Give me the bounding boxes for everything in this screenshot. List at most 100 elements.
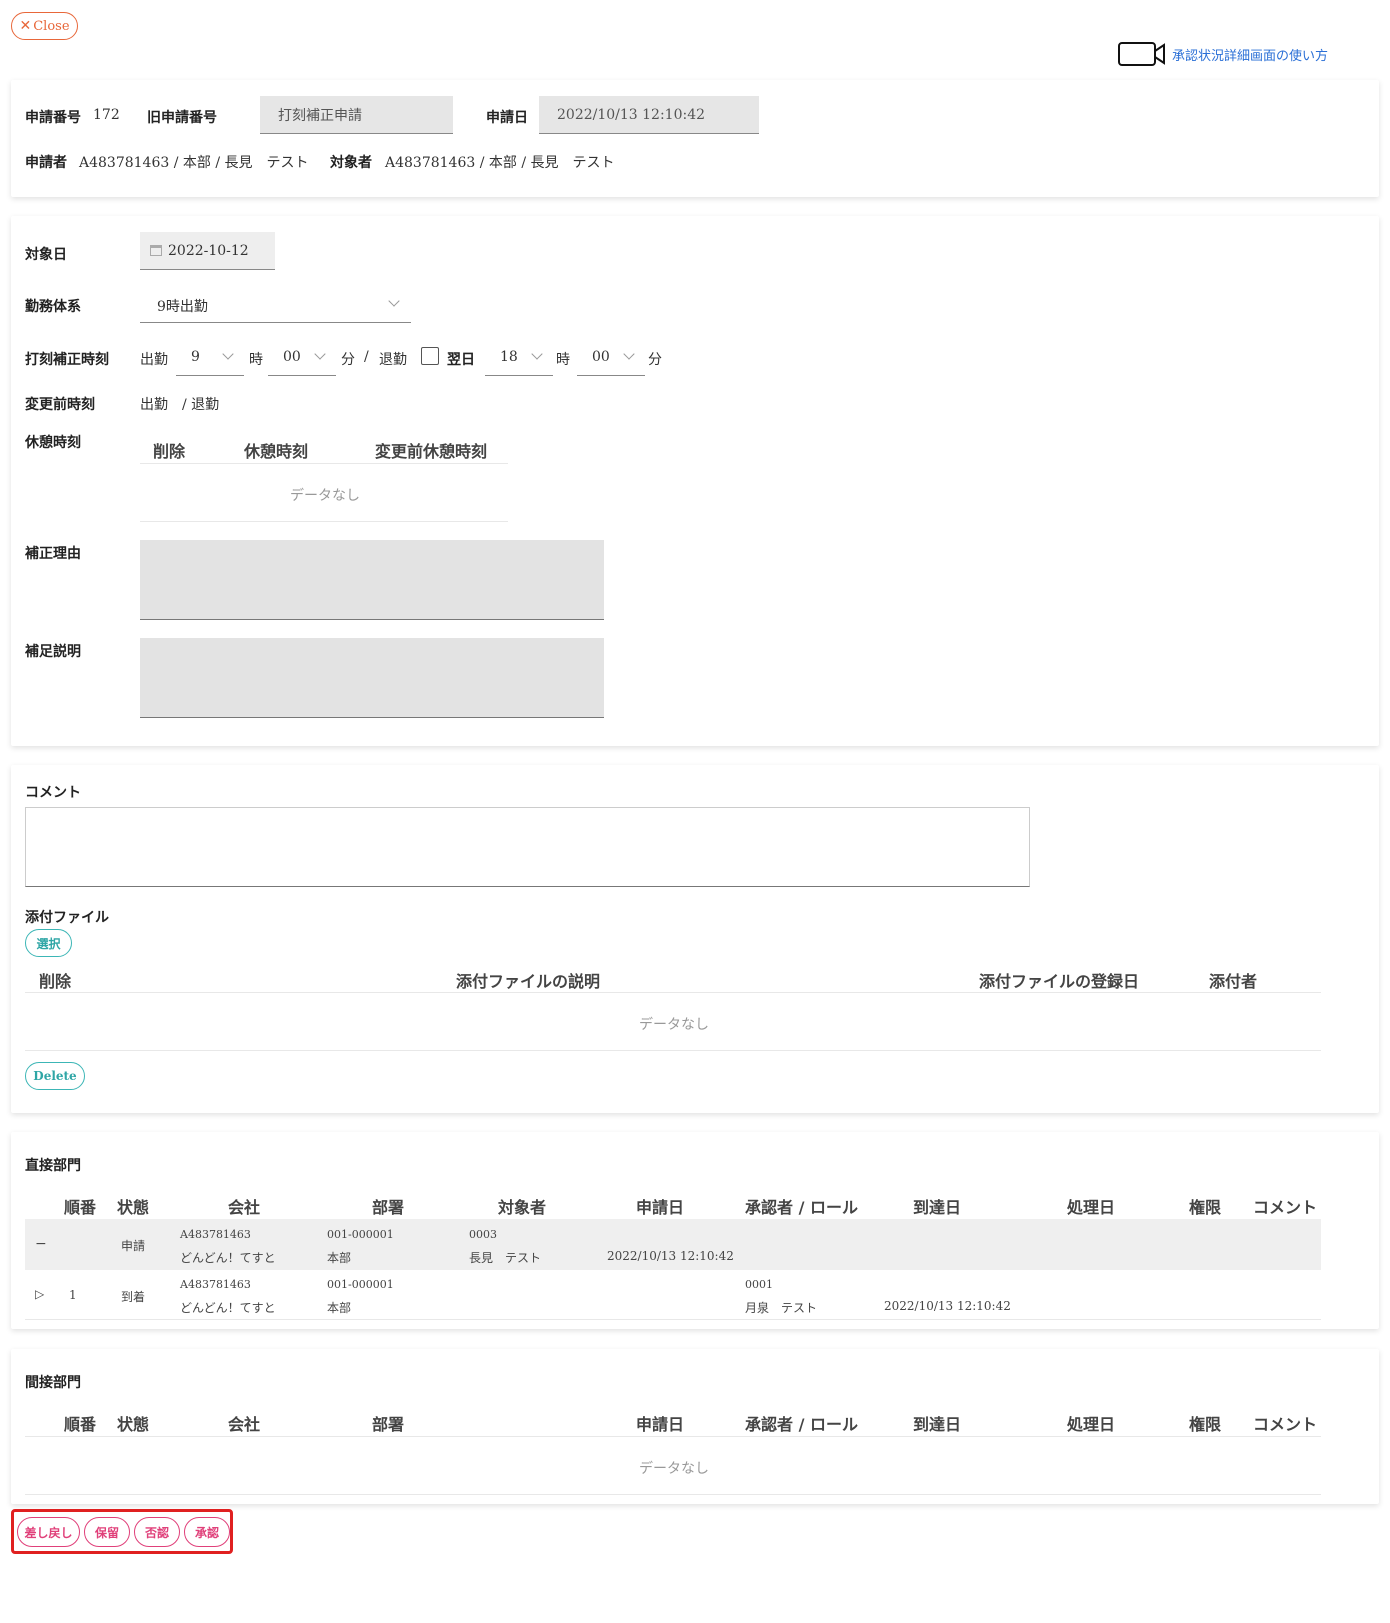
table-row[interactable]: ▷ 1 到着 A483781463 どんどん！てすと 001-000001 本部…	[25, 1270, 1321, 1320]
next-day-label: 翌日	[447, 352, 475, 368]
chevron-down-icon	[531, 348, 543, 360]
target-label: 対象者	[330, 155, 372, 171]
break-header-before: 変更前休憩時刻	[375, 442, 488, 461]
direct-header-order: 順番	[64, 1198, 97, 1217]
indirect-header-approver: 承認者 / ロール	[745, 1415, 858, 1434]
comment-textarea[interactable]	[25, 807, 1030, 887]
out-min-select[interactable]: 00	[577, 338, 645, 376]
row-dept-name: 本部	[327, 1301, 352, 1315]
before-label: 変更前時刻	[25, 397, 95, 413]
out-hour-value: 18	[500, 349, 518, 365]
break-bottom-divider	[140, 521, 508, 522]
attach-no-data: データなし	[639, 1017, 709, 1033]
indirect-header-arrive: 到達日	[913, 1415, 962, 1434]
close-icon: ✕	[19, 18, 32, 34]
hold-button[interactable]: 保留	[84, 1517, 130, 1547]
attach-header-delete: 削除	[39, 972, 72, 991]
indirect-header-dept: 部署	[372, 1415, 405, 1434]
indirect-header-comment: コメント	[1253, 1415, 1318, 1434]
row-company-name: どんどん！てすと	[180, 1301, 276, 1315]
row-target-name: 長見 テスト	[469, 1251, 542, 1265]
before-value: 出勤 / 退勤	[140, 397, 220, 413]
row-expander[interactable]: −	[35, 1236, 47, 1252]
select-file-button[interactable]: 選択	[25, 929, 72, 957]
direct-header-comment: コメント	[1253, 1198, 1318, 1217]
applicant-label: 申請者	[25, 155, 67, 171]
direct-title: 直接部門	[25, 1158, 81, 1174]
app-date-field: 2022/10/13 12:10:42	[539, 96, 759, 134]
row-approver-code: 0001	[745, 1278, 773, 1291]
table-row[interactable]: − 申請 A483781463 どんどん！てすと 001-000001 本部 0…	[25, 1219, 1321, 1270]
row-company-code: A483781463	[180, 1228, 251, 1241]
comment-label: コメント	[25, 785, 81, 801]
break-header-time: 休憩時刻	[244, 442, 309, 461]
attach-header-desc: 添付ファイルの説明	[456, 972, 601, 991]
out-hour-select[interactable]: 18	[485, 338, 553, 376]
direct-header-app-date: 申請日	[636, 1198, 685, 1217]
row-company-name: どんどん！てすと	[180, 1251, 276, 1265]
reason-label: 補正理由	[25, 546, 81, 562]
target-date-field[interactable]: 2022-10-12	[140, 232, 275, 270]
header-card: 申請番号 172 旧申請番号 打刻補正申請 申請日 2022/10/13 12:…	[11, 80, 1379, 197]
row-dept-code: 001-000001	[327, 1228, 394, 1241]
in-min-select[interactable]: 00	[268, 338, 336, 376]
approve-button[interactable]: 承認	[184, 1517, 230, 1547]
in-hour-select[interactable]: 9	[176, 338, 244, 376]
comment-card: コメント 添付ファイル 選択 削除 添付ファイルの説明 添付ファイルの登録日 添…	[11, 765, 1379, 1113]
direct-header-approver: 承認者 / ロール	[745, 1198, 858, 1217]
break-label: 休憩時刻	[25, 435, 81, 451]
app-no-label: 申請番号	[25, 110, 81, 126]
row-app-date: 2022/10/13 12:10:42	[607, 1249, 734, 1263]
note-label: 補足説明	[25, 644, 81, 660]
row-expander[interactable]: ▷	[35, 1287, 44, 1301]
row-approver-name: 月泉 テスト	[745, 1301, 818, 1315]
indirect-header-processed: 処理日	[1067, 1415, 1116, 1434]
row-dept-name: 本部	[327, 1251, 352, 1265]
old-app-no-label: 旧申請番号	[147, 110, 217, 126]
direct-dept-card: 直接部門 順番 状態 会社 部署 対象者 申請日 承認者 / ロール 到達日 処…	[11, 1132, 1379, 1329]
stamp-label: 打刻補正時刻	[25, 352, 109, 368]
row-arrive-date: 2022/10/13 12:10:42	[884, 1299, 1011, 1313]
note-textarea[interactable]	[140, 638, 604, 718]
target-date-value: 2022-10-12	[168, 242, 249, 259]
direct-header-processed: 処理日	[1067, 1198, 1116, 1217]
out-label: 退勤	[379, 352, 407, 368]
indirect-no-data: データなし	[639, 1461, 709, 1477]
help-link-label: 承認状況詳細画面の使い方	[1172, 48, 1329, 64]
help-link[interactable]: 承認状況詳細画面の使い方	[1118, 41, 1328, 67]
indirect-title: 間接部門	[25, 1375, 81, 1391]
in-hour-unit: 時	[249, 352, 263, 368]
indirect-header-status: 状態	[117, 1415, 150, 1434]
direct-header-company: 会社	[228, 1198, 261, 1217]
next-day-checkbox[interactable]	[421, 347, 439, 365]
reason-textarea[interactable]	[140, 540, 604, 620]
out-min-unit: 分	[648, 352, 662, 368]
stamp-slash: /	[364, 349, 369, 365]
in-min-unit: 分	[341, 352, 355, 368]
out-min-value: 00	[592, 349, 610, 365]
chevron-down-icon	[623, 348, 635, 360]
chevron-down-icon	[314, 348, 326, 360]
app-date-label: 申請日	[486, 110, 528, 126]
direct-header-status: 状態	[117, 1198, 150, 1217]
in-hour-value: 9	[191, 349, 200, 365]
out-hour-unit: 時	[556, 352, 570, 368]
indirect-dept-card: 間接部門 順番 状態 会社 部署 申請日 承認者 / ロール 到達日 処理日 権…	[11, 1349, 1379, 1504]
close-button-label: Close	[33, 18, 70, 34]
direct-header-authority: 権限	[1189, 1198, 1222, 1217]
break-header-delete: 削除	[153, 442, 186, 461]
direct-header-dept: 部署	[372, 1198, 405, 1217]
reject-button[interactable]: 否認	[134, 1517, 180, 1547]
delete-button[interactable]: Delete	[25, 1062, 85, 1090]
work-system-value: 9時出勤	[157, 299, 208, 315]
calendar-icon	[150, 245, 162, 256]
indirect-header-divider	[25, 1436, 1321, 1437]
video-camera-icon	[1118, 42, 1165, 66]
attach-label: 添付ファイル	[25, 910, 109, 926]
indirect-header-app-date: 申請日	[636, 1415, 685, 1434]
close-button[interactable]: ✕ Close	[11, 12, 78, 40]
direct-header-target: 対象者	[498, 1198, 547, 1217]
sendback-button[interactable]: 差し戻し	[17, 1517, 80, 1547]
work-system-select[interactable]: 9時出勤	[140, 286, 411, 323]
in-label: 出勤	[140, 352, 168, 368]
